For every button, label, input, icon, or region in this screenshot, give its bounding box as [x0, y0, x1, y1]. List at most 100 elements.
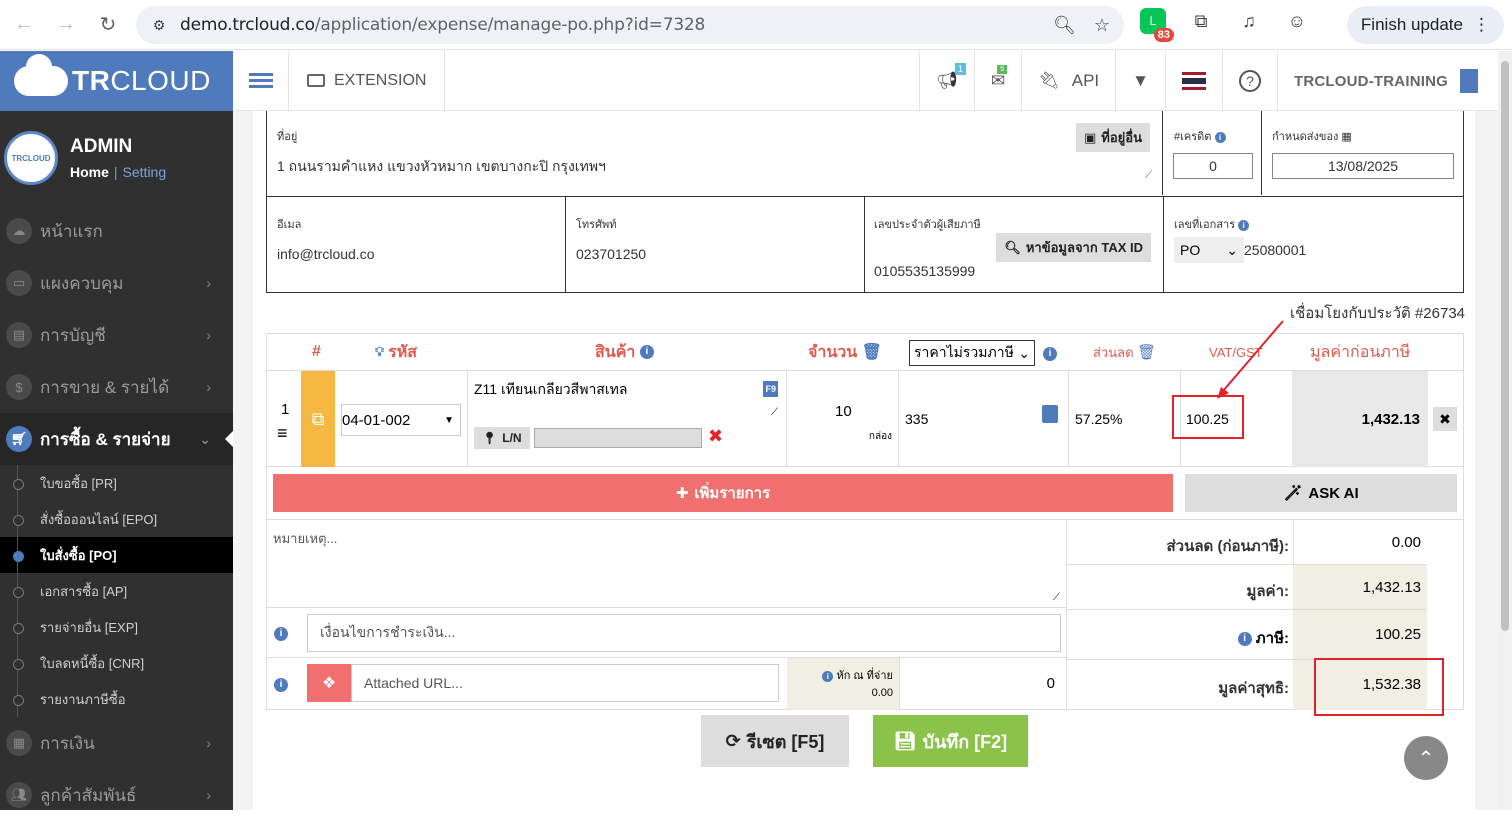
submenu-item-cnr[interactable]: ใบลดหนี้ซื้อ [CNR]	[0, 645, 233, 681]
trash-icon[interactable]: 🗑︎	[862, 342, 882, 362]
chevron-down-icon: ⌄	[199, 430, 211, 447]
info-icon[interactable]: i	[1238, 219, 1250, 231]
price-cell[interactable]: 335	[899, 371, 1069, 467]
resize-handle-icon[interactable]: ⟋	[1053, 592, 1060, 603]
address-value[interactable]: 1 ถนนรามคำแหง แขวงหัวหมาก เขตบางกะปิ กรุ…	[277, 156, 606, 178]
mail-button[interactable]: ✉ 5	[973, 51, 1021, 111]
back-icon[interactable]: ←	[6, 7, 42, 43]
api-button[interactable]: 🔌︎ API	[1021, 51, 1115, 111]
submenu-item-tax-report[interactable]: รายงานภาษีซื้อ	[0, 681, 233, 717]
save-button[interactable]: 💾︎ บันทึก [F2]	[873, 715, 1028, 767]
credit-label: #เครดิต	[1174, 131, 1212, 143]
resize-handle-icon[interactable]: ⟋	[771, 407, 778, 418]
trash-icon[interactable]: 🗑︎	[1137, 343, 1156, 361]
taxid-value[interactable]: 0105535135999	[874, 263, 975, 279]
extensions-puzzle-icon[interactable]: ⧉	[1188, 8, 1214, 34]
attached-url-input[interactable]: Attached URL...	[351, 664, 779, 702]
withholding-amount-cell[interactable]: 0	[899, 658, 1067, 710]
tax-lookup-button[interactable]: 🔍︎ หาข้อมูลจาก TAX ID	[996, 233, 1151, 262]
submenu-item-exp[interactable]: รายจ่ายอื่น [EXP]	[0, 609, 233, 645]
remark-area[interactable]: หมายเหตุ... ⟋	[267, 520, 1067, 608]
add-item-button[interactable]: ✚ เพิ่มรายการ	[273, 474, 1173, 512]
trcloud-logo[interactable]: TR CLOUD	[0, 51, 233, 111]
doc-number[interactable]: 25080001	[1244, 242, 1306, 258]
scroll-to-top-button[interactable]: ⌃	[1404, 736, 1448, 780]
finish-update-button[interactable]: Finish update ⋮	[1346, 6, 1504, 44]
info-icon[interactable]: i	[274, 677, 288, 692]
qty-cell[interactable]: 10 กล่อง	[787, 371, 899, 467]
info-icon[interactable]: i	[1214, 131, 1226, 143]
extension-button[interactable]: EXTENSION	[289, 50, 446, 111]
page-scrollbar[interactable]	[1498, 51, 1512, 810]
menu-item-dashboard[interactable]: ▭ แผงควบคุม ›	[0, 257, 233, 309]
submenu-item-po[interactable]: ใบสั่งซื้อ [PO]	[0, 537, 233, 573]
history-link[interactable]: เชื่อมโยงกับประวัติ #26734	[1290, 301, 1465, 325]
product-name[interactable]: Z11 เทียนเกลียวสีพาสเทล	[474, 379, 627, 401]
ask-ai-button[interactable]: 🪄︎ ASK AI	[1185, 474, 1457, 512]
payment-terms-input[interactable]: เงื่อนไขการชำระเงิน...	[307, 614, 1061, 652]
delete-row-icon[interactable]: ✖	[1433, 407, 1457, 431]
lot-number-input[interactable]	[534, 428, 702, 448]
submenu-item-ap[interactable]: เอกสารซื้อ [AP]	[0, 573, 233, 609]
setting-link[interactable]: Setting	[123, 164, 167, 180]
info-icon[interactable]: i	[274, 626, 288, 641]
email-value[interactable]: info@trcloud.co	[277, 246, 374, 262]
phone-value[interactable]: 023701250	[576, 246, 646, 262]
info-icon[interactable]: i	[1237, 632, 1252, 647]
dropbox-icon[interactable]: ❖	[307, 664, 351, 702]
chevron-right-icon: ›	[206, 787, 211, 803]
avatar[interactable]: TRCLOUD	[4, 131, 58, 185]
zoom-icon[interactable]: 🔍︎	[1053, 15, 1076, 36]
menu-item-accounting[interactable]: ▤ การบัญชี ›	[0, 309, 233, 361]
resize-handle-icon[interactable]: ⟋	[1145, 170, 1152, 181]
menu-item-finance[interactable]: ▦ การเงิน ›	[0, 717, 233, 769]
credit-input[interactable]: 0	[1173, 153, 1253, 179]
line-extension-icon[interactable]: L 83	[1140, 8, 1174, 42]
menu-item-home[interactable]: ☁ หน้าแรก	[0, 205, 233, 257]
address-bar[interactable]: ⚙ demo.trcloud.co/application/expense/ma…	[136, 6, 1124, 44]
product-code-select[interactable]: 04-01-002 ▼	[341, 404, 461, 436]
qty-value: 10	[835, 403, 852, 420]
delivery-label: กำหนดส่งของ	[1272, 131, 1339, 143]
forward-icon[interactable]: →	[48, 7, 84, 43]
home-link[interactable]: Home	[70, 164, 109, 180]
media-control-icon[interactable]: ♫	[1236, 8, 1262, 34]
dropdown-button[interactable]: ▼	[1115, 51, 1165, 111]
info-icon[interactable]: i	[822, 670, 834, 682]
scrollbar-thumb[interactable]	[1501, 61, 1509, 631]
profile-avatar-icon[interactable]: ☺	[1284, 8, 1310, 34]
menu-item-sales[interactable]: $ การขาย & รายได้ ›	[0, 361, 233, 413]
discount-cell[interactable]: 57.25%	[1069, 371, 1181, 467]
calculator-icon[interactable]	[1042, 405, 1058, 423]
bookmark-star-icon[interactable]: ☆	[1094, 15, 1110, 36]
remove-lot-icon[interactable]: ✖	[708, 426, 723, 447]
cloud-logo-icon	[14, 54, 68, 96]
discount-pretax-value: 0.00	[1391, 534, 1421, 551]
info-icon[interactable]: i	[639, 345, 654, 359]
menu-item-crm[interactable]: 👥︎ ลูกค้าสัมพันธ์ ›	[0, 769, 233, 821]
company-switch-button[interactable]: TRCLOUD-TRAINING	[1276, 51, 1498, 111]
plug-icon: 🔌︎	[1038, 71, 1060, 90]
help-button[interactable]: ?	[1221, 51, 1277, 111]
drag-handle-icon[interactable]: ≡	[277, 423, 288, 444]
other-address-button[interactable]: ▣ ที่อยู่อื่น	[1076, 123, 1150, 152]
reset-button[interactable]: ⟳ รีเซต [F5]	[701, 715, 849, 767]
f9-badge[interactable]: F9	[763, 381, 778, 397]
url-text[interactable]: demo.trcloud.co/application/expense/mana…	[180, 15, 705, 35]
menu-item-purchase[interactable]: 🛒︎ การซื้อ & รายจ่าย ⌄	[0, 413, 233, 465]
submenu-item-pr[interactable]: ใบขอซื้อ [PR]	[0, 465, 233, 501]
submenu-item-epo[interactable]: สั่งซื้อออนไลน์ [EPO]	[0, 501, 233, 537]
users-icon: 👥︎	[6, 782, 32, 808]
language-flag-button[interactable]	[1164, 51, 1222, 111]
site-info-icon[interactable]: ⚙	[144, 17, 174, 34]
reload-icon[interactable]: ↻	[90, 7, 126, 43]
price-mode-select[interactable]: ราคาไม่รวมภาษี ⌄	[909, 340, 1035, 366]
copy-row-icon[interactable]: ⧉	[301, 371, 335, 467]
menu-label: การเงิน	[40, 733, 95, 753]
doc-prefix-select[interactable]: PO ⌄	[1174, 237, 1244, 263]
hamburger-menu-icon[interactable]	[233, 50, 289, 111]
lot-number-button[interactable]: 📍︎ L/N	[474, 427, 530, 449]
info-icon[interactable]: i	[1043, 346, 1057, 361]
announcement-button[interactable]: 📢︎ 1	[919, 51, 974, 111]
delivery-date-input[interactable]: 13/08/2025	[1272, 153, 1454, 179]
